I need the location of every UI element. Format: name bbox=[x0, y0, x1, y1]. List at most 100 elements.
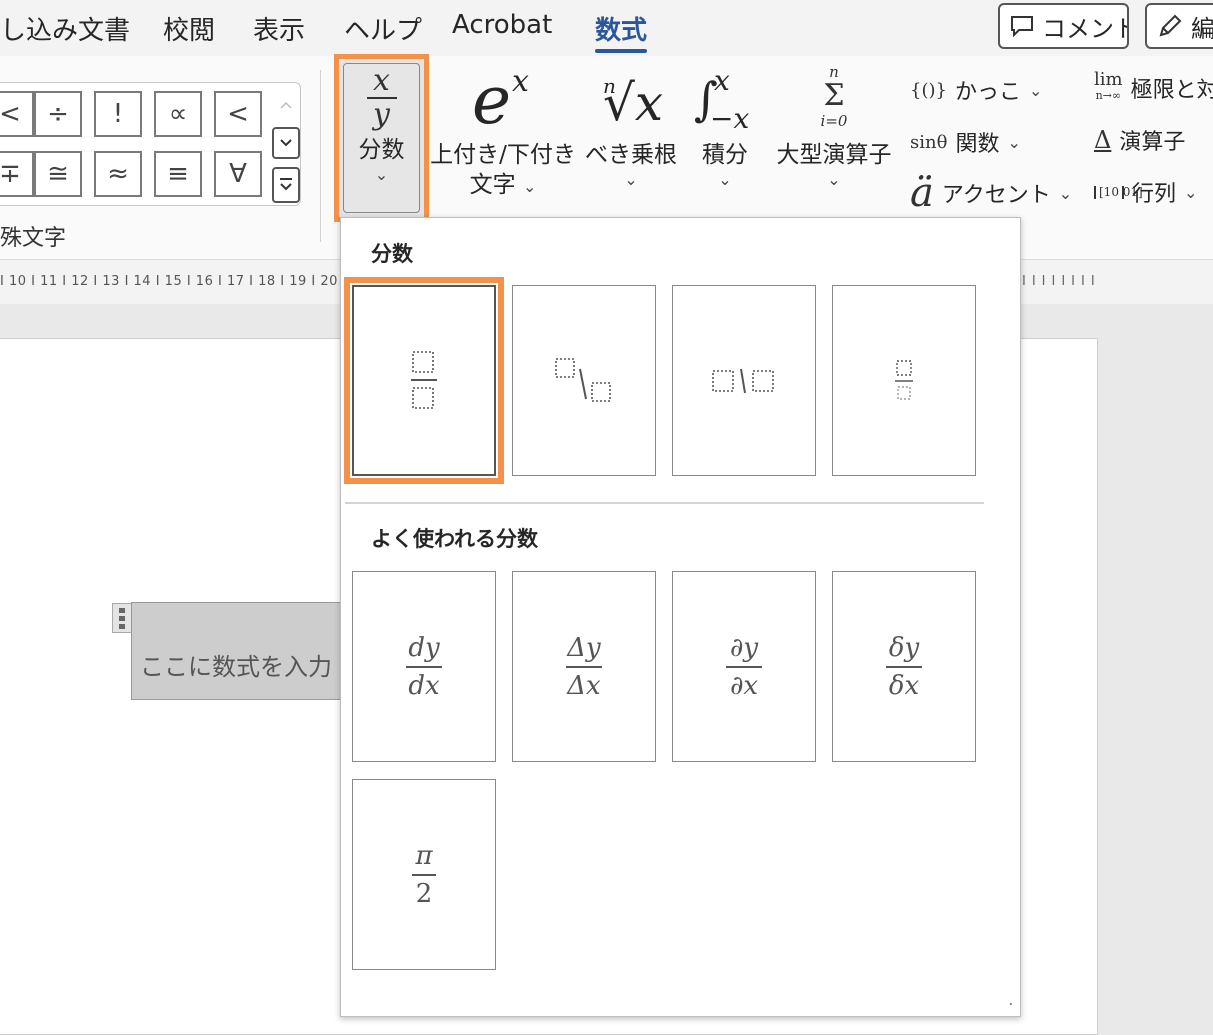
ruler-labels: I 10 I 11 I 12 I 13 I 14 I 15 I 16 I 17 … bbox=[0, 274, 370, 289]
tab-mailings[interactable]: し込み文書 bbox=[0, 10, 130, 47]
fraction-preview: Δy Δx bbox=[566, 632, 602, 701]
gallery-more-button[interactable] bbox=[272, 167, 300, 203]
chevron-down-icon: ⌄ bbox=[374, 165, 389, 184]
function-label: 関数 bbox=[955, 132, 1000, 157]
function-button[interactable]: sinθ 関数 ⌄ bbox=[910, 126, 1021, 158]
fraction-dy-dx-tile[interactable]: dy dx bbox=[352, 571, 496, 762]
tab-help[interactable]: ヘルプ bbox=[344, 10, 422, 47]
equation-input-box[interactable]: ここに数式を入力 bbox=[131, 602, 351, 700]
radical-label: べき乗根 bbox=[585, 142, 677, 168]
operator-label: 演算子 bbox=[1119, 130, 1186, 155]
brackets-icon: {()} bbox=[910, 79, 947, 101]
stacked-fraction-icon bbox=[411, 350, 437, 409]
tab-review[interactable]: 校閲 bbox=[163, 10, 215, 47]
integral-button[interactable]: ∫ x −x 積分 ⌄ bbox=[690, 64, 760, 189]
chevron-down-icon: ⌄ bbox=[1184, 182, 1198, 202]
symbol-factorial[interactable]: ! bbox=[94, 91, 142, 137]
chevron-down-icon: ⌄ bbox=[522, 177, 537, 196]
gallery-scroll-up[interactable] bbox=[272, 87, 300, 123]
symbol-congruent[interactable]: ≅ bbox=[34, 151, 82, 197]
fraction-stacked-tile[interactable] bbox=[344, 277, 504, 484]
fraction-pi-over-2-tile[interactable]: π2 bbox=[352, 779, 496, 970]
operator-icon: Δ bbox=[1094, 126, 1112, 154]
fraction-small-tile[interactable] bbox=[832, 285, 976, 476]
script-label-2-row: 文字 ⌄ bbox=[430, 170, 576, 202]
radical-button[interactable]: n √x べき乗根 ⌄ bbox=[583, 64, 679, 189]
script-button[interactable]: e x 上付き/下付き 文字 ⌄ bbox=[430, 64, 576, 202]
matrix-label: 行列 bbox=[1132, 182, 1177, 207]
accent-label: アクセント bbox=[941, 183, 1051, 208]
chevron-down-icon: ⌄ bbox=[1028, 80, 1043, 100]
large-operator-button[interactable]: n Σ i=0 大型演算子 ⌄ bbox=[772, 64, 896, 189]
ribbon-separator bbox=[320, 70, 321, 242]
limit-label: 極限と対 bbox=[1130, 78, 1213, 103]
symbol-less-than[interactable]: < bbox=[0, 91, 34, 137]
brackets-button[interactable]: {()} かっこ ⌄ bbox=[910, 74, 1042, 106]
symbols-group-caption: 殊文字 bbox=[0, 226, 67, 251]
ribbon-tab-bar: し込み文書 校閲 表示 ヘルプ Acrobat 数式 コメント 編 bbox=[0, 0, 1213, 56]
comment-button[interactable]: コメント bbox=[998, 3, 1129, 49]
chevron-down-icon: ⌄ bbox=[718, 170, 732, 189]
fraction-preview: δy δx bbox=[886, 633, 922, 701]
integral-icon: ∫ x −x bbox=[694, 64, 750, 135]
resize-grip-icon[interactable]: ⠠ bbox=[1004, 994, 1014, 1010]
symbol-minus-plus[interactable]: ∓ bbox=[0, 151, 34, 197]
radical-icon: n √x bbox=[603, 74, 664, 132]
fraction-button[interactable]: x y 分数 ⌄ bbox=[334, 54, 429, 222]
limit-icon: lim n→∞ bbox=[1094, 69, 1123, 103]
symbol-less-than-2[interactable]: < bbox=[214, 91, 262, 137]
fraction-skewed-tile[interactable] bbox=[512, 285, 656, 476]
comment-icon bbox=[1011, 16, 1033, 37]
chevron-down-icon: ⌄ bbox=[1007, 132, 1021, 152]
fraction-delta-tile[interactable]: Δy Δx bbox=[512, 571, 656, 762]
limit-button[interactable]: lim n→∞ 極限と対 bbox=[1094, 69, 1213, 104]
function-icon: sinθ bbox=[910, 131, 948, 153]
skewed-fraction-icon bbox=[555, 357, 611, 402]
tab-acrobat[interactable]: Acrobat bbox=[452, 10, 552, 40]
fraction-section-title: 分数 bbox=[371, 242, 413, 266]
matrix-button[interactable]: [10 01] 行列 ⌄ bbox=[1094, 176, 1197, 208]
large-operator-icon: n Σ i=0 bbox=[820, 63, 848, 130]
tab-equation[interactable]: 数式 bbox=[595, 10, 648, 53]
symbol-divide[interactable]: ÷ bbox=[34, 91, 82, 137]
script-icon: e x bbox=[472, 62, 529, 139]
edit-button[interactable]: 編 bbox=[1145, 3, 1213, 49]
fraction-preview: ∂y ∂x bbox=[726, 633, 762, 701]
script-label-2: 文字 bbox=[469, 172, 516, 198]
symbol-proportional[interactable]: ∝ bbox=[154, 91, 202, 137]
fraction-partial-tile[interactable]: ∂y ∂x bbox=[672, 571, 816, 762]
common-fractions-title: よく使われる分数 bbox=[371, 527, 538, 551]
dropdown-divider bbox=[345, 502, 984, 504]
fraction-preview: dy dx bbox=[406, 633, 442, 701]
fraction-icon: x y bbox=[366, 66, 397, 130]
fraction-button-label: 分数 bbox=[358, 137, 405, 163]
tab-view[interactable]: 表示 bbox=[253, 10, 305, 47]
accent-icon: ä bbox=[910, 170, 934, 216]
pencil-icon bbox=[1159, 14, 1182, 37]
symbol-for-all[interactable]: ∀ bbox=[214, 151, 262, 197]
chevron-down-icon bbox=[280, 139, 292, 147]
expand-gallery-icon bbox=[280, 178, 292, 191]
fraction-linear-tile[interactable] bbox=[672, 285, 816, 476]
chevron-down-icon: ⌄ bbox=[624, 170, 638, 189]
linear-fraction-icon bbox=[712, 368, 774, 393]
edit-button-label: 編 bbox=[1191, 14, 1213, 43]
gallery-scroll-down[interactable] bbox=[272, 127, 300, 159]
matrix-icon: [10 01] bbox=[1094, 185, 1143, 199]
chevron-down-icon: ⌄ bbox=[827, 170, 841, 189]
comment-button-label: コメント bbox=[1042, 14, 1129, 43]
fraction-small-delta-tile[interactable]: δy δx bbox=[832, 571, 976, 762]
drag-handle-icon bbox=[119, 608, 125, 629]
operator-button[interactable]: Δ 演算子 bbox=[1094, 124, 1185, 156]
large-operator-label: 大型演算子 bbox=[776, 142, 892, 168]
chevron-up-icon bbox=[280, 101, 292, 109]
accent-button[interactable]: ä アクセント ⌄ bbox=[910, 170, 1072, 216]
integral-label: 積分 bbox=[702, 142, 748, 168]
symbol-approx[interactable]: ≈ bbox=[94, 151, 142, 197]
brackets-label: かっこ bbox=[954, 80, 1021, 105]
fraction-button-content: x y 分数 ⌄ bbox=[339, 66, 424, 185]
symbol-identical[interactable]: ≡ bbox=[154, 151, 202, 197]
equation-handle[interactable] bbox=[112, 603, 132, 633]
script-label-1: 上付き/下付き bbox=[430, 142, 576, 168]
fraction-dropdown: 分数 よく使われる分数 dy dx Δy Δx ∂y ∂x δy δx π 2 … bbox=[340, 217, 1021, 1017]
